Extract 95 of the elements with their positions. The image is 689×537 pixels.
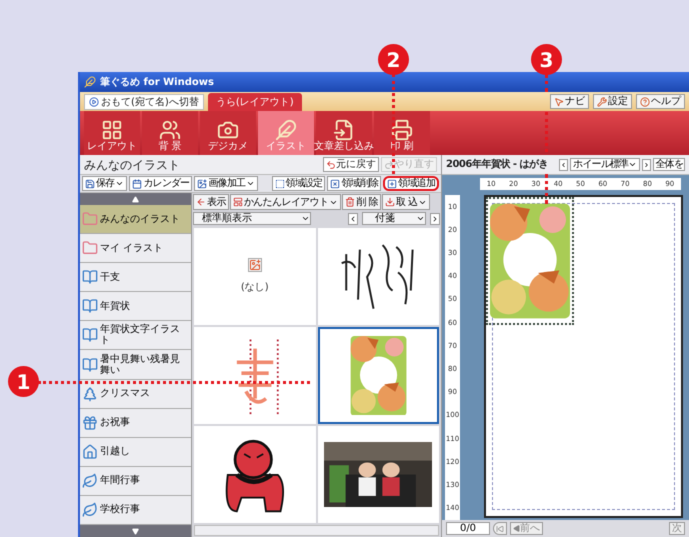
play-icon <box>89 97 99 107</box>
zoom-mode-dropdown[interactable]: ホイール標準 <box>570 158 640 171</box>
category-item[interactable]: 年賀状 <box>80 292 191 322</box>
pointer-icon <box>554 96 564 106</box>
trash-icon <box>345 197 356 207</box>
help-bar-button[interactable]: ナビ <box>550 94 589 109</box>
tool-button[interactable]: 保存 <box>82 176 128 191</box>
zoom-field[interactable]: 全体を <box>653 158 685 171</box>
redo-icon <box>384 160 394 170</box>
toolbar-button[interactable]: レイアウト <box>84 111 140 155</box>
category-item[interactable]: クリスマス <box>80 380 191 409</box>
app-icon <box>84 76 96 88</box>
down-triangle-icon <box>132 528 139 535</box>
document-title: 2006年年賀状 - はがき <box>446 158 548 172</box>
camera-icon <box>217 119 239 141</box>
toolbar-button[interactable]: 背 景 <box>142 111 198 155</box>
thumbnail-cell[interactable]: (なし) <box>194 228 316 325</box>
category-item[interactable]: 引越し <box>80 438 191 467</box>
mode-switch-button[interactable]: おもて(宛て名)へ切替 <box>84 94 204 110</box>
leaf-icon <box>82 472 98 489</box>
tool-button[interactable]: カレンダー <box>129 176 192 191</box>
mode-tab[interactable]: うら(レイアウト) <box>208 93 302 111</box>
people-icon <box>159 119 181 141</box>
view-button[interactable]: 削 除 <box>342 194 381 210</box>
tool-button[interactable]: 領域削除 <box>327 176 382 191</box>
horizontal-scrollbar[interactable] <box>194 525 439 536</box>
category-item[interactable]: お祝事 <box>80 408 191 438</box>
tool-button[interactable]: 画像加工 <box>194 176 258 191</box>
leader-line <box>545 174 548 204</box>
house-icon <box>82 444 98 460</box>
folder-icon <box>82 211 98 228</box>
category-item[interactable]: みんなのイラスト <box>80 205 191 234</box>
thumbnail-cell[interactable] <box>318 327 439 424</box>
callout-number: 2 <box>378 44 409 75</box>
book-icon <box>82 269 98 286</box>
folder-icon <box>82 240 98 256</box>
skip-back-icon <box>496 524 504 532</box>
category-item[interactable]: 年間行事 <box>80 466 191 496</box>
chevron-left-icon[interactable] <box>559 158 568 170</box>
book-icon <box>82 327 98 344</box>
tree-icon <box>82 386 98 402</box>
x-square-icon <box>330 178 340 188</box>
undo-button[interactable]: 元に戻す <box>323 157 379 172</box>
leader-line <box>545 112 548 152</box>
document-icon <box>333 119 355 141</box>
up-triangle-icon <box>132 196 139 202</box>
help-icon <box>640 96 650 106</box>
category-item[interactable]: マイ イラスト <box>80 234 191 264</box>
view-button[interactable]: 取 込 <box>382 194 430 210</box>
callout-number: 3 <box>531 44 562 75</box>
help-bar-button[interactable]: ヘルプ <box>636 94 685 109</box>
floppy-icon <box>85 178 95 188</box>
plus-square-icon <box>387 178 398 188</box>
toolbar-button[interactable]: デジカメ <box>200 111 256 155</box>
leaf-icon <box>82 502 98 518</box>
cards-icon <box>101 119 123 141</box>
chevron-left-icon[interactable] <box>348 212 358 224</box>
layout-icon <box>232 197 243 207</box>
tag-dropdown[interactable]: 付箋 <box>362 212 426 225</box>
wrench-icon <box>597 96 607 106</box>
view-button[interactable]: かんたんレイアウト <box>230 194 342 210</box>
book-icon <box>82 298 98 314</box>
page-field[interactable]: 0/0 <box>446 522 490 535</box>
image-icon <box>197 178 208 188</box>
chevron-right-icon[interactable] <box>642 158 652 170</box>
callout-number: 1 <box>8 366 39 397</box>
first-page-button[interactable] <box>493 522 507 535</box>
gift-icon <box>82 414 98 431</box>
toolbar-button[interactable]: 文章差し込み <box>316 111 372 155</box>
help-bar-button[interactable]: 設定 <box>593 94 632 109</box>
caret-icon <box>628 160 638 169</box>
arrow-left-icon <box>196 197 206 207</box>
caret-icon <box>416 214 425 223</box>
caret-icon <box>301 214 310 223</box>
category-item[interactable]: 年賀状文字イラスト <box>80 321 191 350</box>
feather-icon <box>275 119 297 141</box>
tool-button[interactable]: 領域設定 <box>272 176 326 191</box>
panel-title: みんなのイラスト <box>84 156 180 174</box>
book-icon <box>82 356 98 373</box>
calendar-icon <box>132 178 142 188</box>
tool-button[interactable]: 領域追加 <box>383 176 439 191</box>
image-icon <box>248 258 262 272</box>
sort-dropdown[interactable]: 標準順表示 <box>193 212 311 225</box>
undo-icon <box>326 160 336 170</box>
category-item[interactable]: 干支 <box>80 263 191 292</box>
view-button[interactable]: 表示 <box>193 194 229 210</box>
download-icon <box>384 197 395 207</box>
window-title: 筆ぐるめ for Windows <box>100 76 214 90</box>
dashed-square-icon <box>274 178 285 188</box>
chevron-right-icon[interactable] <box>430 212 440 224</box>
category-item[interactable]: 学校行事 <box>80 496 191 526</box>
left-triangle-icon <box>513 525 520 532</box>
printer-icon <box>391 119 413 141</box>
category-item[interactable]: 暑中見舞い残暑見舞い <box>80 350 191 380</box>
thumbnail-label: (なし) <box>240 281 269 295</box>
